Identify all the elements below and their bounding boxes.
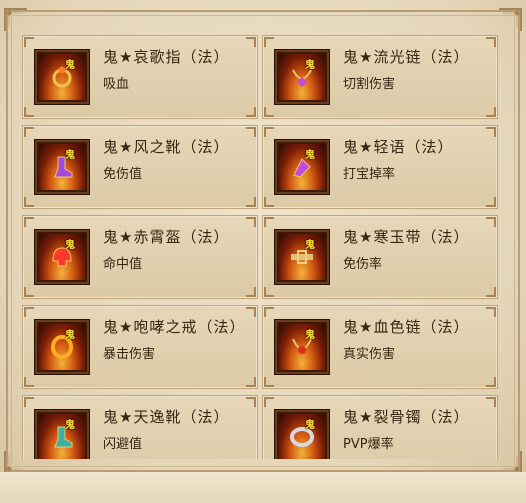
equipment-card[interactable]: 鬼 鬼★寒玉带（法） 免伤率 [262,215,498,299]
item-effect: 真实伤害 [343,347,396,362]
equipment-card[interactable]: 鬼 鬼★裂骨镯（法） PVP爆率 [262,395,498,459]
necklace-icon[interactable]: 鬼 [275,50,329,104]
boots-icon[interactable]: 鬼 [35,410,89,459]
item-name: 鬼★赤霄盔（法） [103,228,230,246]
equipment-card[interactable]: 鬼 鬼★风之靴（法） 免伤值 [22,125,258,209]
equipment-card[interactable]: 鬼 鬼★天逸靴（法） 闪避值 [22,395,258,459]
equipment-card[interactable]: 鬼 鬼★血色链（法） 真实伤害 [262,305,498,389]
ghost-tag: 鬼 [305,60,315,71]
necklace-icon[interactable]: 鬼 [275,320,329,374]
ghost-tag: 鬼 [305,420,315,431]
corner-ornament-icon [497,7,523,33]
ghost-tag: 鬼 [65,150,75,161]
item-effect: 打宝掉率 [343,167,396,182]
item-effect: PVP爆率 [343,437,394,452]
item-effect: 免伤率 [343,257,383,272]
item-name: 鬼★咆哮之戒（法） [103,318,246,336]
item-effect: 闪避值 [103,437,143,452]
ring-icon[interactable]: 鬼 [35,50,89,104]
equipment-card[interactable]: 鬼 鬼★哀歌指（法） 吸血 [22,35,258,119]
item-name: 鬼★流光链（法） [343,48,470,66]
charm-icon[interactable]: 鬼 [275,140,329,194]
helmet-icon[interactable]: 鬼 [35,230,89,284]
item-effect: 吸血 [103,77,130,92]
bottom-bar [0,472,526,503]
ring-icon[interactable]: 鬼 [35,320,89,374]
equipment-card[interactable]: 鬼 鬼★赤霄盔（法） 命中值 [22,215,258,299]
ghost-tag: 鬼 [65,420,75,431]
bracelet-icon[interactable]: 鬼 [275,410,329,459]
ghost-tag: 鬼 [305,150,315,161]
ghost-tag: 鬼 [305,330,315,341]
item-effect: 命中值 [103,257,143,272]
ghost-tag: 鬼 [65,60,75,71]
equipment-card[interactable]: 鬼 鬼★流光链（法） 切割伤害 [262,35,498,119]
item-name: 鬼★哀歌指（法） [103,48,230,66]
item-effect: 免伤值 [103,167,143,182]
corner-ornament-icon [3,7,29,33]
item-name: 鬼★血色链（法） [343,318,470,336]
equipment-panel: 鬼 鬼★哀歌指（法） 吸血 鬼 鬼★流光链（法） 切割伤害 鬼 鬼★风之靴（法） [0,0,526,503]
ghost-tag: 鬼 [65,240,75,251]
item-effect: 切割伤害 [343,77,396,92]
belt-icon[interactable]: 鬼 [275,230,329,284]
ghost-tag: 鬼 [305,240,315,251]
ghost-tag: 鬼 [65,330,75,341]
item-name: 鬼★寒玉带（法） [343,228,470,246]
equipment-grid[interactable]: 鬼 鬼★哀歌指（法） 吸血 鬼 鬼★流光链（法） 切割伤害 鬼 鬼★风之靴（法） [22,35,500,459]
equipment-card[interactable]: 鬼 鬼★轻语（法） 打宝掉率 [262,125,498,209]
item-effect: 暴击伤害 [103,347,156,362]
boots-icon[interactable]: 鬼 [35,140,89,194]
equipment-card[interactable]: 鬼 鬼★咆哮之戒（法） 暴击伤害 [22,305,258,389]
item-name: 鬼★轻语（法） [343,138,454,156]
item-name: 鬼★天逸靴（法） [103,408,230,426]
item-name: 鬼★裂骨镯（法） [343,408,470,426]
item-name: 鬼★风之靴（法） [103,138,230,156]
